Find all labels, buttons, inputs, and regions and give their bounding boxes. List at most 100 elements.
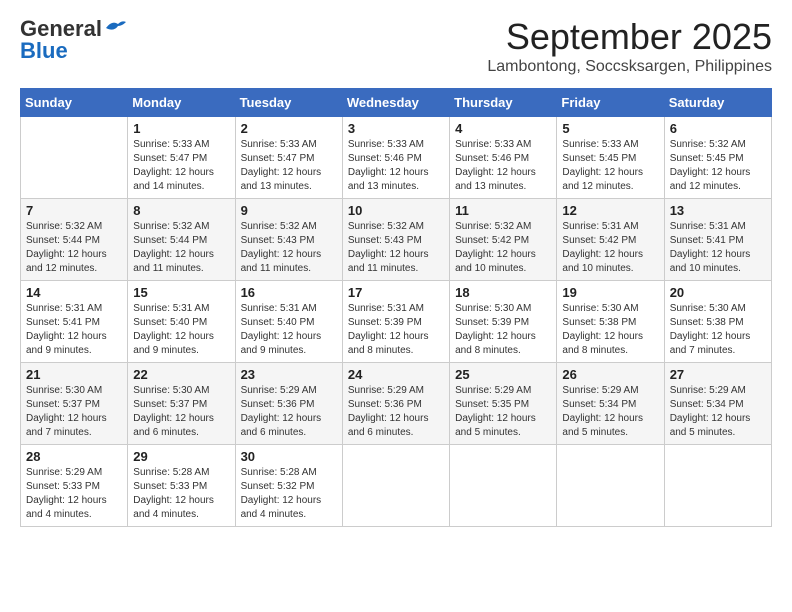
calendar-cell: 27 Sunrise: 5:29 AMSunset: 5:34 PMDayligh…	[664, 363, 771, 445]
calendar-cell: 17 Sunrise: 5:31 AMSunset: 5:39 PMDayligh…	[342, 281, 449, 363]
day-number: 2	[241, 121, 337, 136]
day-info: Sunrise: 5:32 AMSunset: 5:43 PMDaylight:…	[348, 220, 444, 276]
day-number: 7	[26, 203, 122, 218]
calendar-cell: 16 Sunrise: 5:31 AMSunset: 5:40 PMDayligh…	[235, 281, 342, 363]
calendar-cell: 12 Sunrise: 5:31 AMSunset: 5:42 PMDayligh…	[557, 199, 664, 281]
calendar-week-row: 1 Sunrise: 5:33 AMSunset: 5:47 PMDaylight…	[21, 117, 772, 199]
calendar-cell: 1 Sunrise: 5:33 AMSunset: 5:47 PMDaylight…	[128, 117, 235, 199]
day-number: 9	[241, 203, 337, 218]
day-number: 5	[562, 121, 658, 136]
day-info: Sunrise: 5:30 AMSunset: 5:37 PMDaylight:…	[133, 384, 229, 440]
calendar-cell: 26 Sunrise: 5:29 AMSunset: 5:34 PMDayligh…	[557, 363, 664, 445]
calendar-cell: 22 Sunrise: 5:30 AMSunset: 5:37 PMDayligh…	[128, 363, 235, 445]
day-number: 23	[241, 367, 337, 382]
day-info: Sunrise: 5:31 AMSunset: 5:41 PMDaylight:…	[670, 220, 766, 276]
day-number: 14	[26, 285, 122, 300]
weekday-header: Sunday	[21, 89, 128, 117]
day-info: Sunrise: 5:32 AMSunset: 5:45 PMDaylight:…	[670, 138, 766, 194]
day-number: 18	[455, 285, 551, 300]
day-info: Sunrise: 5:33 AMSunset: 5:46 PMDaylight:…	[348, 138, 444, 194]
calendar-cell: 18Sunrise: 5:30 AMSunset: 5:39 PMDayligh…	[450, 281, 557, 363]
calendar-cell: 30 Sunrise: 5:28 AMSunset: 5:32 PMDayligh…	[235, 445, 342, 527]
calendar-cell: 2 Sunrise: 5:33 AMSunset: 5:47 PMDaylight…	[235, 117, 342, 199]
calendar-cell: 10 Sunrise: 5:32 AMSunset: 5:43 PMDayligh…	[342, 199, 449, 281]
day-info: Sunrise: 5:29 AMSunset: 5:34 PMDaylight:…	[562, 384, 658, 440]
day-number: 3	[348, 121, 444, 136]
logo-blue: Blue	[20, 38, 68, 64]
day-number: 12	[562, 203, 658, 218]
day-info: Sunrise: 5:28 AMSunset: 5:32 PMDaylight:…	[241, 466, 337, 522]
day-number: 8	[133, 203, 229, 218]
day-number: 24	[348, 367, 444, 382]
logo: General Blue	[20, 16, 126, 64]
day-info: Sunrise: 5:31 AMSunset: 5:42 PMDaylight:…	[562, 220, 658, 276]
weekday-header: Tuesday	[235, 89, 342, 117]
day-number: 11	[455, 203, 551, 218]
calendar-cell: 19 Sunrise: 5:30 AMSunset: 5:38 PMDayligh…	[557, 281, 664, 363]
weekday-header: Monday	[128, 89, 235, 117]
logo-bird-icon	[104, 18, 126, 36]
calendar-week-row: 28 Sunrise: 5:29 AMSunset: 5:33 PMDayligh…	[21, 445, 772, 527]
day-info: Sunrise: 5:31 AMSunset: 5:41 PMDaylight:…	[26, 302, 122, 358]
day-info: Sunrise: 5:32 AMSunset: 5:43 PMDaylight:…	[241, 220, 337, 276]
calendar-cell: 20 Sunrise: 5:30 AMSunset: 5:38 PMDayligh…	[664, 281, 771, 363]
day-number: 21	[26, 367, 122, 382]
calendar-week-row: 14 Sunrise: 5:31 AMSunset: 5:41 PMDayligh…	[21, 281, 772, 363]
day-info: Sunrise: 5:29 AMSunset: 5:36 PMDaylight:…	[348, 384, 444, 440]
day-number: 4	[455, 121, 551, 136]
day-info: Sunrise: 5:33 AMSunset: 5:47 PMDaylight:…	[133, 138, 229, 194]
calendar-cell: 5Sunrise: 5:33 AMSunset: 5:45 PMDaylight…	[557, 117, 664, 199]
calendar-cell: 4Sunrise: 5:33 AMSunset: 5:46 PMDaylight…	[450, 117, 557, 199]
weekday-header: Saturday	[664, 89, 771, 117]
day-number: 28	[26, 449, 122, 464]
calendar-cell: 29 Sunrise: 5:28 AMSunset: 5:33 PMDayligh…	[128, 445, 235, 527]
day-info: Sunrise: 5:28 AMSunset: 5:33 PMDaylight:…	[133, 466, 229, 522]
weekday-header: Thursday	[450, 89, 557, 117]
calendar-cell	[450, 445, 557, 527]
day-number: 29	[133, 449, 229, 464]
calendar-cell	[342, 445, 449, 527]
day-info: Sunrise: 5:32 AMSunset: 5:44 PMDaylight:…	[26, 220, 122, 276]
day-number: 19	[562, 285, 658, 300]
day-info: Sunrise: 5:30 AMSunset: 5:38 PMDaylight:…	[670, 302, 766, 358]
day-info: Sunrise: 5:30 AMSunset: 5:37 PMDaylight:…	[26, 384, 122, 440]
day-number: 27	[670, 367, 766, 382]
weekday-header: Wednesday	[342, 89, 449, 117]
day-number: 1	[133, 121, 229, 136]
day-number: 20	[670, 285, 766, 300]
day-info: Sunrise: 5:30 AMSunset: 5:38 PMDaylight:…	[562, 302, 658, 358]
calendar-table: SundayMondayTuesdayWednesdayThursdayFrid…	[20, 88, 772, 527]
calendar-cell: 8 Sunrise: 5:32 AMSunset: 5:44 PMDaylight…	[128, 199, 235, 281]
location-title: Lambontong, Soccsksargen, Philippines	[487, 58, 772, 76]
calendar-cell	[557, 445, 664, 527]
day-number: 25	[455, 367, 551, 382]
day-number: 22	[133, 367, 229, 382]
day-info: Sunrise: 5:31 AMSunset: 5:40 PMDaylight:…	[133, 302, 229, 358]
calendar-cell: 23 Sunrise: 5:29 AMSunset: 5:36 PMDayligh…	[235, 363, 342, 445]
day-info: Sunrise: 5:29 AMSunset: 5:36 PMDaylight:…	[241, 384, 337, 440]
day-info: Sunrise: 5:29 AMSunset: 5:33 PMDaylight:…	[26, 466, 122, 522]
day-info: Sunrise: 5:31 AMSunset: 5:39 PMDaylight:…	[348, 302, 444, 358]
title-area: September 2025 Lambontong, Soccsksargen,…	[487, 16, 772, 76]
day-info: Sunrise: 5:33 AMSunset: 5:47 PMDaylight:…	[241, 138, 337, 194]
calendar-cell: 3 Sunrise: 5:33 AMSunset: 5:46 PMDaylight…	[342, 117, 449, 199]
month-title: September 2025	[487, 16, 772, 58]
calendar-week-row: 7 Sunrise: 5:32 AMSunset: 5:44 PMDaylight…	[21, 199, 772, 281]
calendar-cell	[664, 445, 771, 527]
day-number: 26	[562, 367, 658, 382]
day-info: Sunrise: 5:32 AMSunset: 5:44 PMDaylight:…	[133, 220, 229, 276]
calendar-week-row: 21 Sunrise: 5:30 AMSunset: 5:37 PMDayligh…	[21, 363, 772, 445]
day-number: 30	[241, 449, 337, 464]
day-number: 17	[348, 285, 444, 300]
day-number: 6	[670, 121, 766, 136]
calendar-cell: 6 Sunrise: 5:32 AMSunset: 5:45 PMDaylight…	[664, 117, 771, 199]
day-info: Sunrise: 5:31 AMSunset: 5:40 PMDaylight:…	[241, 302, 337, 358]
calendar-cell: 28 Sunrise: 5:29 AMSunset: 5:33 PMDayligh…	[21, 445, 128, 527]
calendar-cell: 14 Sunrise: 5:31 AMSunset: 5:41 PMDayligh…	[21, 281, 128, 363]
calendar-cell	[21, 117, 128, 199]
day-number: 10	[348, 203, 444, 218]
day-info: Sunrise: 5:29 AMSunset: 5:34 PMDaylight:…	[670, 384, 766, 440]
calendar-cell: 24 Sunrise: 5:29 AMSunset: 5:36 PMDayligh…	[342, 363, 449, 445]
day-info: Sunrise: 5:32 AMSunset: 5:42 PMDaylight:…	[455, 220, 551, 276]
day-number: 16	[241, 285, 337, 300]
